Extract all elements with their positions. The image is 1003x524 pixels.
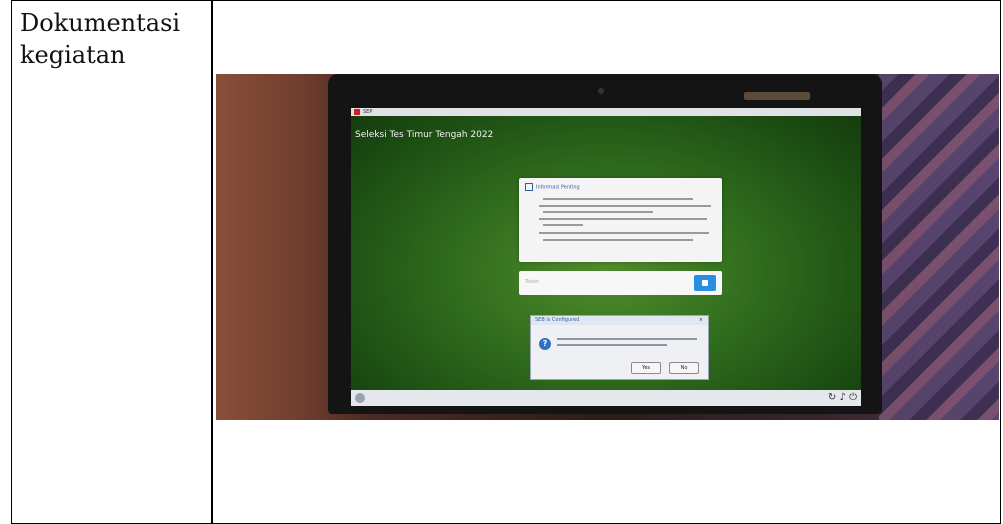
dialog-title: SEB is Configured (535, 317, 580, 323)
taskbar: ↻ ♪ ⏻ (351, 390, 861, 406)
lock-icon (702, 280, 708, 286)
webcam (598, 88, 604, 94)
login-button[interactable] (694, 275, 716, 291)
token-placeholder: Token (525, 279, 540, 285)
yes-button[interactable]: Yes (631, 362, 661, 374)
dialog-text-line (557, 344, 667, 346)
info-icon (525, 183, 533, 191)
volume-icon[interactable]: ♪ (840, 392, 846, 403)
notice-text-line (543, 211, 653, 213)
label-cell: Dokumentasi kegiatan (20, 9, 181, 69)
no-button[interactable]: No (669, 362, 699, 374)
background-fabric (879, 74, 999, 420)
power-icon[interactable]: ⏻ (849, 392, 857, 403)
window-title: SEP (363, 109, 373, 115)
notice-title: Informasi Penting (536, 184, 580, 191)
notice-text-line (539, 218, 707, 220)
exam-title: Seleksi Tes Timur Tengah 2022 (355, 130, 494, 140)
seb-dialog: SEB is Configured × ? Yes No (530, 315, 709, 380)
notice-header: Informasi Penting (525, 183, 580, 191)
close-icon[interactable]: × (699, 317, 703, 323)
laptop-brand-logo (744, 92, 810, 100)
documentation-table: Dokumentasi kegiatan SEP Seleksi Tes Tim… (11, 0, 1001, 524)
app-icon (354, 109, 360, 115)
notice-text-line (543, 239, 693, 241)
column-divider (211, 1, 213, 523)
system-tray: ↻ ♪ ⏻ (828, 392, 857, 404)
window-titlebar: SEP (351, 108, 861, 116)
notice-text-line (539, 232, 709, 234)
activity-photo: SEP Seleksi Tes Timur Tengah 2022 Inform… (216, 74, 999, 420)
start-icon[interactable] (355, 393, 365, 403)
notice-card: Informasi Penting (519, 178, 722, 262)
dialog-text-line (557, 338, 697, 340)
laptop-screen: SEP Seleksi Tes Timur Tengah 2022 Inform… (351, 108, 861, 406)
notice-text-line (539, 205, 711, 207)
token-input[interactable]: Token (519, 271, 722, 295)
notice-text-line (543, 224, 583, 226)
dialog-titlebar: SEB is Configured × (531, 316, 708, 325)
question-icon: ? (539, 338, 551, 350)
notice-text-line (543, 198, 693, 200)
background-glare (216, 74, 336, 420)
reload-icon[interactable]: ↻ (828, 392, 836, 403)
